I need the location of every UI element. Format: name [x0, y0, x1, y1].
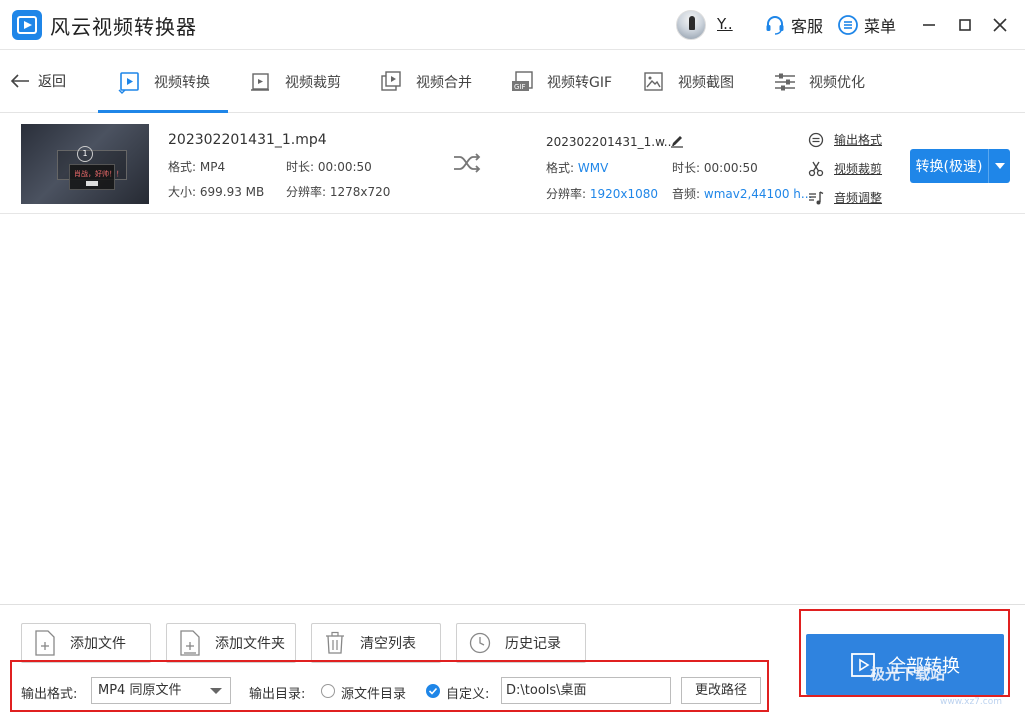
tab-label: 视频转换	[154, 75, 210, 91]
back-label: 返回	[38, 74, 66, 90]
source-resolution: 分辨率: 1278x720	[286, 185, 391, 199]
add-file-icon	[35, 630, 55, 656]
support-button[interactable]: 客服	[764, 13, 823, 37]
support-label: 客服	[791, 17, 824, 36]
tab-video-merge[interactable]: 视频合并	[380, 51, 472, 113]
source-dir-radio[interactable]	[321, 684, 335, 698]
tab-label: 视频优化	[809, 75, 865, 91]
app-title: 风云视频转换器	[50, 15, 197, 39]
app-logo-icon	[12, 10, 42, 40]
arrow-left-icon	[10, 74, 29, 88]
output-format: 格式: WMV	[546, 161, 609, 175]
video-thumbnail: 1 肖战，好帅！！	[21, 124, 149, 204]
menu-button[interactable]: 菜单	[837, 13, 896, 37]
output-dir-label: 输出目录:	[249, 687, 306, 702]
back-button[interactable]: 返回	[10, 71, 66, 91]
tab-video-gif[interactable]: GIF 视频转GIF	[511, 51, 612, 113]
source-format: 格式: MP4	[168, 160, 226, 174]
headset-icon	[766, 16, 784, 35]
tab-label: 视频合并	[416, 75, 472, 91]
add-file-button[interactable]: 添加文件	[21, 623, 151, 663]
trash-icon	[326, 631, 344, 654]
video-crop-link[interactable]: 视频裁剪	[808, 160, 882, 177]
svg-text:GIF: GIF	[514, 83, 526, 91]
custom-dir-label: 自定义:	[446, 687, 490, 702]
output-file-name: 202302201431_1.w...	[546, 135, 676, 149]
minimize-icon	[923, 24, 935, 26]
watermark-url: www.xz7.com	[940, 697, 1002, 707]
output-audio: 音频: wmav2,44100 h...	[672, 187, 813, 201]
output-format-label: 输出格式:	[21, 687, 78, 702]
source-size: 大小: 699.93 MB	[168, 185, 265, 199]
convert-label: 转换(极速)	[915, 159, 983, 175]
output-format-link[interactable]: 输出格式	[808, 131, 882, 148]
avatar[interactable]	[676, 10, 706, 40]
tab-video-screenshot[interactable]: 视频截图	[642, 51, 734, 113]
tab-video-optimize[interactable]: 视频优化	[773, 51, 865, 113]
audio-adjust-link[interactable]: 音频调整	[808, 189, 882, 206]
output-format-select[interactable]: MP4 同原文件	[91, 677, 231, 704]
file-list-item[interactable]: 1 肖战，好帅！！ 202302201431_1.mp4 格式: MP4 时长:…	[0, 114, 1025, 214]
maximize-icon	[959, 19, 971, 31]
title-bar: 风云视频转换器 Y.. 客服 菜单	[0, 0, 1025, 50]
change-path-button[interactable]: 更改路径	[681, 677, 761, 704]
sliders-icon	[775, 73, 795, 91]
chevron-down-icon	[210, 688, 222, 694]
convert-fast-button[interactable]: 转换(极速)	[910, 149, 1010, 183]
play-icon	[118, 72, 139, 94]
menu-list-icon	[838, 15, 858, 35]
custom-dir-radio[interactable]	[426, 684, 440, 698]
scissors-icon	[808, 161, 824, 176]
tab-label: 视频截图	[678, 75, 734, 91]
tab-video-crop[interactable]: 视频裁剪	[249, 51, 341, 113]
add-folder-icon	[180, 630, 200, 656]
watermark: 极光下载站	[870, 665, 946, 683]
format-icon	[808, 132, 824, 147]
tab-label: 视频转GIF	[547, 75, 613, 91]
close-button[interactable]	[987, 12, 1013, 38]
source-duration: 时长: 00:00:50	[286, 160, 372, 174]
close-icon	[993, 18, 1007, 32]
shuffle-icon	[454, 153, 481, 173]
maximize-button[interactable]	[952, 12, 978, 38]
source-dir-label: 源文件目录	[341, 687, 407, 702]
gif-icon: GIF	[512, 71, 533, 91]
tab-label: 视频裁剪	[285, 75, 341, 91]
history-button[interactable]: 历史记录	[456, 623, 586, 663]
output-duration: 时长: 00:00:50	[672, 161, 758, 175]
merge-icon	[381, 71, 401, 91]
clock-icon	[469, 632, 491, 654]
image-icon	[644, 72, 663, 91]
minimize-button[interactable]	[916, 12, 942, 38]
clear-list-button[interactable]: 清空列表	[311, 623, 441, 663]
username-link[interactable]: Y..	[717, 15, 733, 33]
menu-label: 菜单	[864, 17, 897, 36]
bottom-toolbar: 添加文件 添加文件夹 清空列表 历史记录 输出格式: MP4 同原文件 输出目录…	[0, 604, 1025, 715]
check-icon	[428, 687, 438, 695]
source-file-name: 202302201431_1.mp4	[168, 132, 327, 148]
add-folder-button[interactable]: 添加文件夹	[166, 623, 296, 663]
convert-dropdown[interactable]	[989, 163, 1010, 169]
tab-video-convert[interactable]: 视频转换	[98, 51, 228, 113]
caret-down-icon	[994, 163, 1005, 169]
function-nav: 返回 视频转换 视频裁剪 视频合并 GIF 视频转GIF 视频截图 视频优化	[0, 51, 1025, 113]
edit-pencil-icon[interactable]	[670, 134, 684, 148]
output-path-input[interactable]: D:\tools\桌面	[501, 677, 671, 704]
music-list-icon	[809, 190, 824, 204]
crop-icon	[251, 73, 269, 91]
output-resolution: 分辨率: 1920x1080	[546, 187, 659, 201]
